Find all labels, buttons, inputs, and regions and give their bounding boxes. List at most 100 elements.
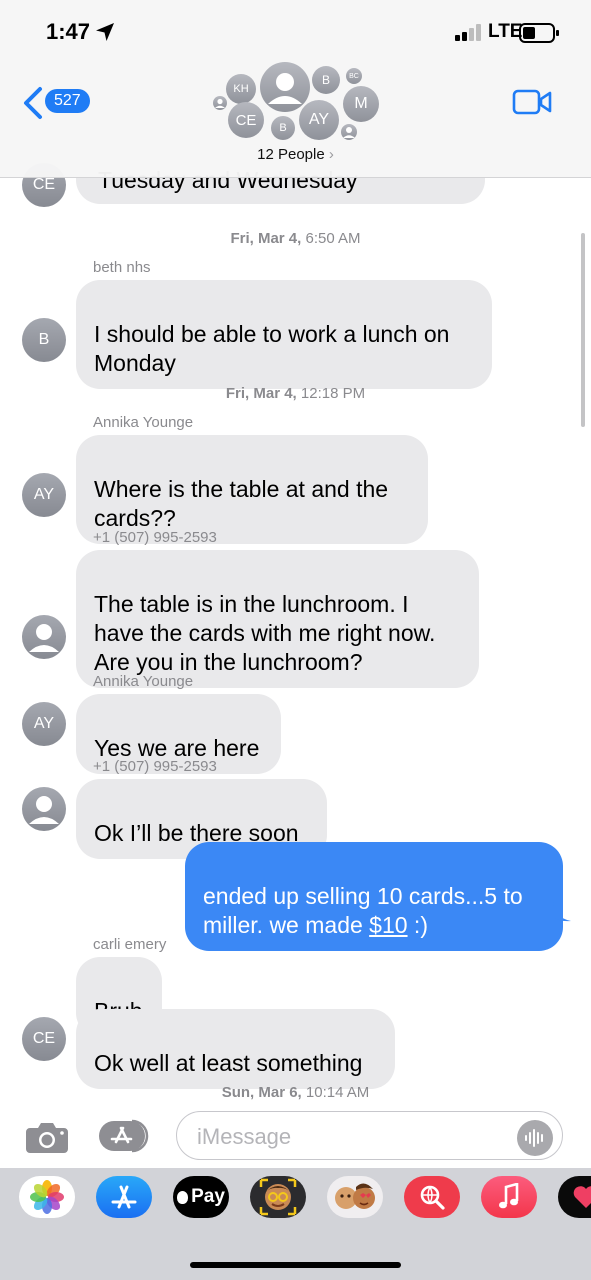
music-note-icon [499, 1183, 519, 1209]
avatar: CE [228, 102, 264, 138]
avatar-initials: AY [308, 111, 330, 128]
web-search-icon[interactable] [404, 1176, 460, 1218]
message-text: Ok well at least something [94, 1050, 363, 1076]
digital-touch-icon[interactable] [558, 1176, 591, 1218]
heart-icon [573, 1186, 591, 1208]
conversation-header: 1:47 LTE 527 KH B BC M CE B AY 12 People… [0, 0, 591, 178]
carrier-label: LTE [488, 21, 523, 42]
timestamp: Fri, Mar 4, 6:50 AM [0, 230, 591, 247]
avatar: M [343, 86, 379, 122]
memoji-stickers-icon[interactable] [327, 1176, 383, 1218]
sender-name: +1 (507) 995-2593 [93, 758, 217, 775]
person-icon [29, 624, 59, 652]
sender-name: +1 (507) 995-2593 [93, 529, 217, 546]
avatar: BC [346, 68, 362, 84]
message-bubble[interactable]: Where is the table at and the cards?? [76, 435, 428, 544]
apps-icon[interactable] [98, 1118, 152, 1154]
avatar-initials: CE [235, 111, 257, 129]
app-drawer: Pay [0, 1168, 591, 1280]
avatar-initials: KH [233, 83, 249, 95]
avatar [341, 124, 357, 140]
avatar [213, 96, 227, 110]
person-icon [268, 73, 302, 104]
apple-pay-label: Pay [191, 1186, 225, 1207]
timestamp-day: Sun, Mar 6, [221, 1084, 302, 1101]
apple-logo-icon [177, 1190, 189, 1204]
sender-name: carli emery [93, 936, 167, 953]
message-bubble[interactable]: Ok well at least something [76, 1009, 395, 1089]
person-icon [29, 796, 59, 824]
timestamp-day: Fri, Mar 4, [230, 230, 302, 247]
bubble-tail [553, 902, 571, 922]
avatar[interactable] [22, 615, 66, 659]
avatar-initials: AY [33, 486, 55, 503]
message-text: I should be able to work a lunch on Mond… [94, 321, 450, 376]
photos-flower [30, 1180, 64, 1214]
app-store-glyph [111, 1185, 137, 1209]
apple-pay-icon[interactable]: Pay [173, 1176, 229, 1218]
message-text: Where is the table at and the cards?? [94, 476, 389, 531]
avatar-initials: BC [349, 72, 359, 80]
timestamp: Fri, Mar 4, 12:18 PM [0, 385, 591, 402]
avatar: B [271, 116, 295, 140]
avatar-initials: B [321, 73, 330, 87]
waveform-icon [525, 1129, 543, 1147]
avatar[interactable]: CE [22, 1017, 66, 1061]
compose-bar: iMessage [0, 1104, 591, 1168]
chevron-right-icon: › [328, 146, 334, 163]
sender-name: Annika Younge [93, 673, 194, 690]
outgoing-message-bubble[interactable]: ended up selling 10 cards...5 to miller.… [185, 842, 563, 951]
home-indicator[interactable] [190, 1262, 401, 1268]
sender-name: Annika Younge [93, 414, 194, 431]
timestamp: Sun, Mar 6, 10:14 AM [0, 1084, 591, 1101]
avatar[interactable]: AY [22, 702, 66, 746]
memoji-face [259, 1178, 297, 1216]
timestamp-time: 12:18 PM [300, 385, 366, 402]
message-bubble[interactable]: I should be able to work a lunch on Mond… [76, 280, 492, 389]
message-input[interactable]: iMessage [176, 1111, 563, 1160]
avatar-initials: B [279, 122, 287, 134]
signal-bars-icon [455, 24, 481, 41]
music-icon[interactable] [481, 1176, 537, 1218]
timestamp-time: 10:14 AM [305, 1084, 370, 1101]
avatar-initials: CE [32, 1030, 56, 1047]
messages-app: Tuesday and Wednesday CE Fri, Mar 4, 6:5… [0, 0, 591, 1280]
message-text: The table is in the lunchroom. I have th… [94, 591, 436, 675]
participants-button[interactable]: 12 People › [0, 146, 591, 163]
avatar [260, 62, 310, 112]
avatar-initials: AY [33, 715, 55, 732]
scroll-indicator[interactable] [581, 233, 585, 427]
video-call-icon[interactable] [512, 89, 552, 115]
audio-message-button[interactable] [517, 1120, 553, 1156]
memoji-icon[interactable] [250, 1176, 306, 1218]
unread-count-badge[interactable]: 527 [45, 89, 90, 113]
message-text-end: :) [407, 912, 428, 938]
message-text: ended up selling 10 cards...5 to miller.… [203, 883, 523, 938]
money-link[interactable]: $10 [369, 912, 407, 938]
location-arrow-icon [96, 23, 114, 41]
app-store-icon[interactable] [96, 1176, 152, 1218]
photos-icon[interactable] [19, 1176, 75, 1218]
avatar[interactable]: AY [22, 473, 66, 517]
battery-icon [519, 23, 559, 43]
back-chevron-icon[interactable] [22, 86, 44, 120]
magnifier-globe-icon [420, 1185, 445, 1210]
sender-name: beth nhs [93, 259, 151, 276]
person-icon [215, 98, 225, 108]
memoji-stickers [335, 1183, 375, 1209]
avatar-initials: M [354, 95, 368, 112]
avatar: AY [299, 100, 339, 140]
message-input-placeholder: iMessage [197, 1124, 292, 1149]
timestamp-time: 6:50 AM [305, 230, 361, 247]
message-thread[interactable]: Tuesday and Wednesday CE Fri, Mar 4, 6:5… [0, 0, 591, 1280]
timestamp-day: Fri, Mar 4, [225, 385, 297, 402]
camera-icon[interactable] [24, 1120, 70, 1154]
avatar[interactable] [22, 787, 66, 831]
participants-label: 12 People [257, 146, 325, 163]
status-time: 1:47 [46, 19, 91, 44]
avatar: KH [226, 74, 256, 104]
avatar[interactable]: B [22, 318, 66, 362]
avatar-initials: B [38, 331, 50, 348]
message-bubble[interactable]: The table is in the lunchroom. I have th… [76, 550, 479, 688]
avatar: B [312, 66, 340, 94]
